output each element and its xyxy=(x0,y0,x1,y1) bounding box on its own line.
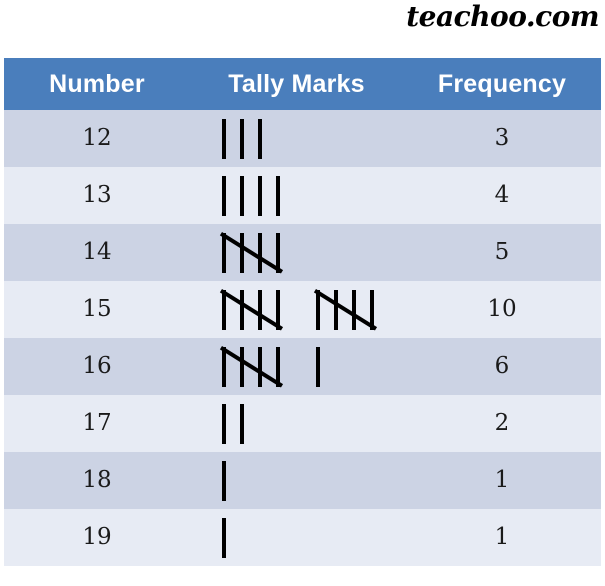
cell-number: 12 xyxy=(4,110,190,167)
cell-frequency: 1 xyxy=(403,452,601,509)
tally-marks-group-container xyxy=(190,509,403,566)
tally-marks-group-container xyxy=(190,452,403,509)
teachoo-watermark: teachoo.com xyxy=(406,0,599,33)
cell-number: 18 xyxy=(4,452,190,509)
cell-number: 13 xyxy=(4,167,190,224)
cell-number: 19 xyxy=(4,509,190,566)
cell-tally-marks xyxy=(190,509,403,566)
tally-stroke xyxy=(258,289,262,330)
frequency-distribution-table: Number Tally Marks Frequency 12 3 13 4 14 5 15… xyxy=(4,58,601,566)
tally-stroke xyxy=(240,232,244,273)
cell-frequency: 6 xyxy=(403,338,601,395)
cell-tally-marks xyxy=(190,452,403,509)
tally-stroke xyxy=(258,175,262,216)
table-row: 16 6 xyxy=(4,338,601,395)
tally-marks-group-container xyxy=(190,338,403,395)
tally-stroke xyxy=(240,346,244,387)
cell-frequency: 3 xyxy=(403,110,601,167)
tally-slash-stroke xyxy=(219,345,284,388)
tally-stroke xyxy=(222,517,226,558)
tally-group-5 xyxy=(219,231,294,274)
tally-stroke xyxy=(276,175,280,216)
cell-tally-marks xyxy=(190,110,403,167)
cell-frequency: 1 xyxy=(403,509,601,566)
tally-group-5 xyxy=(219,288,294,331)
tally-marks-group-container xyxy=(190,281,403,338)
cell-tally-marks xyxy=(190,281,403,338)
tally-slash-stroke xyxy=(219,231,284,274)
cell-tally-marks xyxy=(190,338,403,395)
tally-marks-group-container xyxy=(190,167,403,224)
tally-stroke xyxy=(258,232,262,273)
tally-stroke xyxy=(240,175,244,216)
table-row: 15 10 xyxy=(4,281,601,338)
tally-stroke xyxy=(222,118,226,159)
tally-stroke xyxy=(240,403,244,444)
column-header-frequency: Frequency xyxy=(403,58,601,110)
cell-frequency: 10 xyxy=(403,281,601,338)
table-row: 12 3 xyxy=(4,110,601,167)
cell-tally-marks xyxy=(190,167,403,224)
column-header-number: Number xyxy=(4,58,190,110)
tally-group-1 xyxy=(222,460,226,501)
tally-group-2 xyxy=(222,403,244,444)
tally-marks-group-container xyxy=(190,224,403,281)
tally-group-3 xyxy=(222,118,262,159)
tally-stroke xyxy=(222,460,226,501)
column-header-tally-marks: Tally Marks xyxy=(190,58,403,110)
tally-group-1 xyxy=(222,517,226,558)
cell-number: 14 xyxy=(4,224,190,281)
tally-stroke xyxy=(222,175,226,216)
cell-frequency: 5 xyxy=(403,224,601,281)
tally-stroke xyxy=(258,118,262,159)
tally-marks-group-container xyxy=(190,110,403,167)
table-header: Number Tally Marks Frequency xyxy=(4,58,601,110)
tally-slash-stroke xyxy=(219,288,284,331)
tally-stroke xyxy=(240,289,244,330)
table-header-row: Number Tally Marks Frequency xyxy=(4,58,601,110)
cell-frequency: 4 xyxy=(403,167,601,224)
tally-stroke xyxy=(334,289,338,330)
cell-number: 16 xyxy=(4,338,190,395)
cell-number: 15 xyxy=(4,281,190,338)
table-row: 17 2 xyxy=(4,395,601,452)
tally-stroke xyxy=(316,346,320,387)
tally-slash-stroke xyxy=(313,288,378,331)
cell-frequency: 2 xyxy=(403,395,601,452)
tally-group-5 xyxy=(313,288,388,331)
table-row: 13 4 xyxy=(4,167,601,224)
cell-tally-marks xyxy=(190,395,403,452)
tally-marks-group-container xyxy=(190,395,403,452)
tally-stroke xyxy=(240,118,244,159)
table-row: 14 5 xyxy=(4,224,601,281)
table-row: 19 1 xyxy=(4,509,601,566)
table-body: 12 3 13 4 14 5 15 10 16 6 17 2 18 1 19 1 xyxy=(4,110,601,566)
tally-group-5 xyxy=(219,345,294,388)
tally-stroke xyxy=(258,346,262,387)
tally-group-1 xyxy=(316,346,320,387)
tally-group-4 xyxy=(222,175,280,216)
tally-stroke xyxy=(222,403,226,444)
table-row: 18 1 xyxy=(4,452,601,509)
tally-stroke xyxy=(352,289,356,330)
cell-number: 17 xyxy=(4,395,190,452)
cell-tally-marks xyxy=(190,224,403,281)
